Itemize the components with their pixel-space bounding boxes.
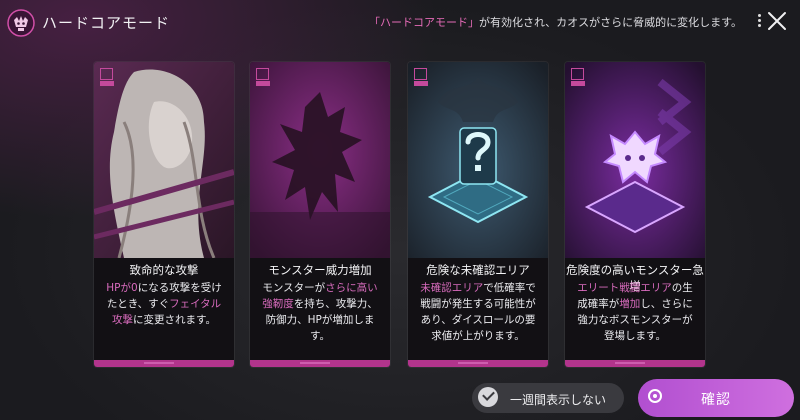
card-accent-bar (94, 360, 234, 367)
card-unknown-area: 危険な未確認エリア 未確認エリアで低確率で戦闘が発生する可能性があり、ダイスロー… (408, 62, 548, 367)
card-accent-bar (250, 360, 390, 367)
desc-part: モンスターが (262, 282, 326, 294)
footer: 一週間表示しない 確認 (0, 376, 800, 420)
card-accent-bar (408, 360, 548, 367)
card-title: モンスター威力増加 (268, 263, 372, 277)
card-description: モンスターがさらに高い強靭度を持ち、攻撃力、防御力、HPが増加します。 (259, 280, 381, 344)
mode-notice: 「ハードコアモード」が有効化され、カオスがさらに脅威的に変化します。 (369, 14, 742, 30)
card-accent-bar (565, 360, 705, 367)
card-art-elite-emblem (565, 62, 705, 258)
event-popup: ハードコアモード 「ハードコアモード」が有効化され、カオスがさらに脅威的に変化し… (0, 0, 800, 420)
card-description: エリート戦闘エリアの生成確率が増加し、さらに強力なボスモンスターが登場します。 (574, 280, 696, 344)
card-art-warrior (94, 62, 234, 258)
card-fatal-attack: 致命的な攻撃 HPが0になる攻撃を受けたとき、すぐフェイタル攻撃に変更されます。 (94, 62, 234, 367)
hide-for-week-toggle[interactable]: 一週間表示しない (472, 383, 624, 413)
desc-part: 未確認エリア (420, 282, 484, 294)
page-title: ハードコアモード (42, 14, 171, 32)
more-icon[interactable] (756, 12, 762, 32)
card-text: 危険な未確認エリア 未確認エリアで低確率で戦闘が発生する可能性があり、ダイスロー… (408, 258, 548, 367)
card-title: 危険な未確認エリア (426, 263, 530, 277)
card-tag-bar (414, 81, 428, 86)
card-description: 未確認エリアで低確率で戦闘が発生する可能性があり、ダイスロールの要求値が上がりま… (417, 280, 539, 344)
card-tag-icon (100, 68, 113, 80)
checkbox-icon[interactable] (478, 387, 498, 407)
notice-text: が有効化され、カオスがさらに脅威的に変化します。 (478, 16, 742, 29)
card-tag-icon (571, 68, 584, 80)
confirm-label: 確認 (701, 392, 731, 408)
header: ハードコアモード 「ハードコアモード」が有効化され、カオスがさらに脅威的に変化し… (0, 0, 800, 46)
card-tag-icon (256, 68, 269, 80)
card-tag-bar (571, 81, 585, 86)
close-icon[interactable] (766, 10, 788, 32)
hardcore-emblem-icon (6, 8, 36, 38)
desc-part: HPが0 (106, 282, 138, 294)
confirm-button[interactable]: 確認 (638, 379, 794, 417)
card-title: 致命的な攻撃 (129, 263, 199, 277)
desc-part: に変更されます。 (133, 314, 216, 326)
notice-highlight: 「ハードコアモード」 (368, 16, 479, 29)
card-tag-bar (100, 81, 114, 86)
card-description: HPが0になる攻撃を受けたとき、すぐフェイタル攻撃に変更されます。 (103, 280, 225, 328)
card-tag-bar (256, 81, 270, 86)
hide-for-week-label: 一週間表示しない (510, 393, 607, 407)
card-text: 危険度の高いモンスター急増 エリート戦闘エリアの生成確率が増加し、さらに強力なボ… (565, 258, 705, 367)
card-tag-icon (414, 68, 427, 80)
desc-part: エリート戦闘エリア (577, 282, 672, 294)
card-elite-monsters: 危険度の高いモンスター急増 エリート戦闘エリアの生成確率が増加し、さらに強力なボ… (565, 62, 705, 367)
card-monster-power: モンスター威力増加 モンスターがさらに高い強靭度を持ち、攻撃力、防御力、HPが増… (250, 62, 390, 367)
card-text: モンスター威力増加 モンスターがさらに高い強靭度を持ち、攻撃力、防御力、HPが増… (250, 258, 390, 367)
card-text: 致命的な攻撃 HPが0になる攻撃を受けたとき、すぐフェイタル攻撃に変更されます。 (94, 258, 234, 367)
card-art-monster-silhouette (250, 62, 390, 258)
desc-part: 増加 (619, 298, 641, 310)
card-art-unknown-tile (408, 62, 548, 258)
